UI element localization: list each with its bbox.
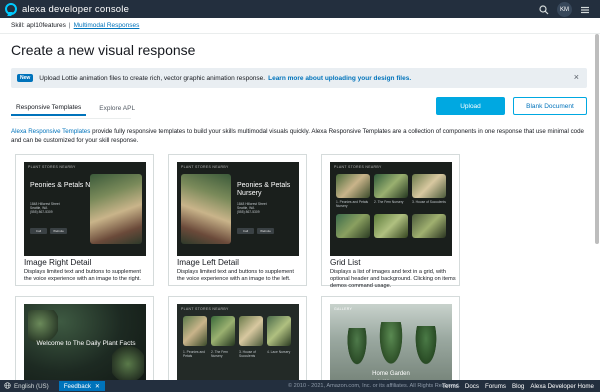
copyright-text: © 2010 - 2021, Amazon.com, Inc. or its a… <box>288 383 461 389</box>
template-card-headline[interactable]: Welcome to The Daily Plant Facts Try, "A… <box>15 296 154 392</box>
template-preview: GALLERY Home Garden 1 of 6 Items <box>330 304 452 392</box>
card-title: Image Right Detail <box>24 258 92 267</box>
nursery-image <box>90 174 142 244</box>
list-item-image <box>267 316 291 346</box>
banner-learn-more-link[interactable]: Learn more about uploading your design f… <box>268 75 411 82</box>
list-item-image <box>239 316 263 346</box>
language-selector[interactable]: English (US) <box>4 381 49 391</box>
template-card-sequence-list[interactable]: PLANT STORES NEARBY 1. Peonies and Petal… <box>168 296 307 392</box>
upload-button[interactable]: Upload <box>436 97 505 115</box>
grid-item-image <box>412 214 446 238</box>
grid-item-image <box>336 214 370 238</box>
list-item-image <box>183 316 207 346</box>
list-item-image <box>211 316 235 346</box>
plant-image <box>414 326 438 368</box>
breadcrumb-divider <box>0 33 600 34</box>
preview-heading: Welcome to The Daily Plant Facts <box>36 340 136 347</box>
preview-line: (555) 867-5309 <box>237 210 260 214</box>
card-title: Image Left Detail <box>177 258 239 267</box>
template-preview: PLANT STORES NEARBY Peonies & Petals Nur… <box>177 162 299 256</box>
globe-icon <box>4 381 11 391</box>
template-preview: PLANT STORES NEARBY 1. Peonies and Petal… <box>177 304 299 392</box>
feedback-button[interactable]: Feedback ✕ <box>58 381 106 391</box>
preview-header: PLANT STORES NEARBY <box>181 165 229 169</box>
leaf-image <box>28 310 58 344</box>
list-item-label: 1. Peonies and Petals <box>183 350 205 359</box>
preview-heading: Home Garden <box>372 371 410 377</box>
preview-header: PLANT STORES NEARBY <box>334 165 382 169</box>
banner-text: Upload Lottie animation files to create … <box>39 74 266 82</box>
breadcrumb-multimodal-link[interactable]: Multimodal Responses <box>74 22 140 29</box>
templates-description: Alexa Responsive Templates provide fully… <box>11 127 591 145</box>
tab-responsive-templates[interactable]: Responsive Templates <box>11 100 87 116</box>
preview-header: GALLERY <box>334 307 353 311</box>
preview-line: (555) 867-5309 <box>30 210 53 214</box>
avatar[interactable]: KM <box>557 2 572 17</box>
grid-item-label: 1. Peonies and Petals Nursery <box>336 200 369 209</box>
preview-header: PLANT STORES NEARBY <box>28 165 76 169</box>
list-item-label: 3. House of Succulents <box>239 350 256 359</box>
preview-heading: Peonies & Petals Nursery <box>237 182 291 197</box>
grid-item-image <box>336 174 370 198</box>
preview-header: PLANT STORES NEARBY <box>181 307 229 311</box>
menu-icon[interactable] <box>578 3 592 17</box>
page-scrollbar[interactable] <box>595 34 599 244</box>
leaf-image <box>112 344 144 384</box>
preview-call-button: Call <box>30 228 47 234</box>
footer-bar: English (US) Feedback ✕ © 2010 - 2021, A… <box>0 380 600 392</box>
plant-image <box>378 322 404 368</box>
responsive-templates-link[interactable]: Alexa Responsive Templates <box>11 128 90 135</box>
preview-call-button: Call <box>237 228 254 234</box>
footer-links: Terms Docs Forums Blog Alexa Developer H… <box>442 383 594 390</box>
card-title: Grid List <box>330 258 361 267</box>
close-icon[interactable]: × <box>574 73 579 82</box>
footer-link-alexa-developer-home[interactable]: Alexa Developer Home <box>530 383 594 390</box>
footer-link-forums[interactable]: Forums <box>485 383 506 390</box>
grid-item-image <box>374 214 408 238</box>
blank-document-button[interactable]: Blank Document <box>513 97 587 115</box>
template-card-image-left-detail[interactable]: PLANT STORES NEARBY Peonies & Petals Nur… <box>168 154 307 286</box>
card-description: Displays limited text and buttons to sup… <box>177 269 294 283</box>
template-preview: PLANT STORES NEARBY Peonies & Petals Nur… <box>24 162 146 256</box>
nursery-image <box>181 174 231 244</box>
template-card-gallery[interactable]: GALLERY Home Garden 1 of 6 Items <box>321 296 460 392</box>
plant-image <box>346 328 368 368</box>
info-banner: New Upload Lottie animation files to cre… <box>11 68 587 88</box>
template-card-image-right-detail[interactable]: PLANT STORES NEARBY Peonies & Petals Nur… <box>15 154 154 286</box>
template-preview: Welcome to The Daily Plant Facts Try, "A… <box>24 304 146 392</box>
search-icon[interactable] <box>537 3 551 17</box>
new-badge: New <box>17 74 34 82</box>
template-preview: PLANT STORES NEARBY 1. Peonies and Petal… <box>330 162 452 256</box>
template-tabs: Responsive Templates Explore APL <box>11 100 140 116</box>
list-item-label: 2. The Fern Nursery <box>211 350 228 359</box>
grid-item-image <box>374 174 408 198</box>
preview-website-button: Website <box>50 228 67 234</box>
grid-item-label: 3. House of Succulents <box>412 200 446 204</box>
close-icon[interactable]: ✕ <box>95 383 100 390</box>
breadcrumb-skill: Skill: apl10features <box>11 22 66 29</box>
feedback-label: Feedback <box>63 382 91 390</box>
card-description: Displays a list of images and text in a … <box>330 269 456 290</box>
breadcrumb: Skill: apl10features | Multimodal Response… <box>11 22 139 29</box>
footer-link-terms[interactable]: Terms <box>442 383 459 390</box>
alexa-logo-icon[interactable] <box>5 3 17 15</box>
grid-item-label: 2. The Fern Nursery <box>374 200 404 204</box>
grid-item-image <box>412 174 446 198</box>
description-text: provide fully responsive templates to bu… <box>11 128 584 144</box>
tabs-divider <box>11 118 131 119</box>
tab-explore-apl[interactable]: Explore APL <box>94 100 140 116</box>
language-label: English (US) <box>14 382 49 390</box>
list-item-label: 4. Lace Nursery <box>267 350 291 354</box>
top-bar: alexa developer console KM <box>0 0 600 18</box>
page-title: Create a new visual response <box>11 42 196 58</box>
preview-website-button: Website <box>257 228 274 234</box>
template-card-grid-list[interactable]: PLANT STORES NEARBY 1. Peonies and Petal… <box>321 154 460 289</box>
top-right-controls: KM <box>537 2 592 17</box>
breadcrumb-separator: | <box>68 22 71 29</box>
app-title[interactable]: alexa developer console <box>22 4 129 15</box>
footer-link-blog[interactable]: Blog <box>512 383 524 390</box>
card-description: Displays limited text and buttons to sup… <box>24 269 141 283</box>
footer-link-docs[interactable]: Docs <box>465 383 479 390</box>
